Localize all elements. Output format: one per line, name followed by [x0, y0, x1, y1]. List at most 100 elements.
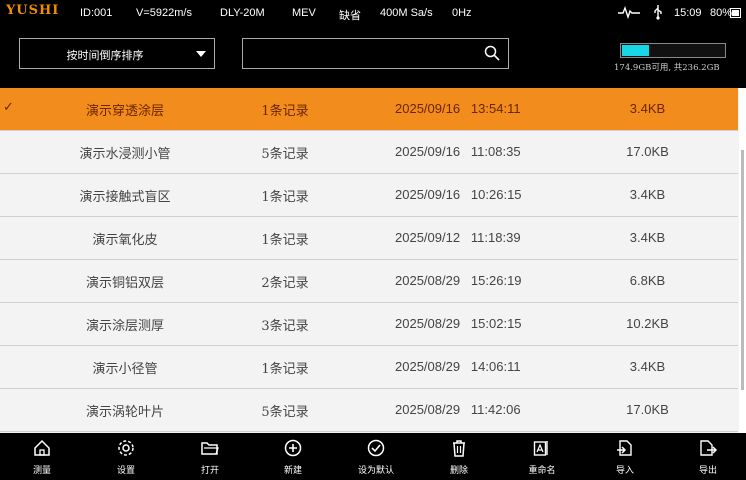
file-name: 演示铜铝双层 [85, 276, 164, 291]
default-label: 缺省 [339, 10, 361, 22]
file-time: 15:02:15 [470, 316, 522, 331]
record-count: 5条记录 [261, 405, 309, 420]
file-datetime: 2025/08/29 15:26:19 [395, 273, 522, 288]
file-list-row[interactable]: ✓ 演示穿透涂层 1条记录 2025/09/16 13:54:11 3.4KB [0, 88, 738, 131]
file-time: 10:26:15 [470, 187, 522, 202]
file-name: 演示小径管 [92, 362, 158, 377]
file-name: 演示水浸测小管 [79, 147, 171, 162]
record-count: 1条记录 [261, 362, 309, 377]
record-count: 1条记录 [261, 190, 309, 205]
file-name: 演示穿透涂层 [85, 104, 164, 119]
file-datetime: 2025/08/29 15:02:15 [395, 316, 522, 331]
record-count: 1条记录 [261, 104, 309, 119]
file-list-row[interactable]: 演示铜铝双层 2条记录 2025/08/29 15:26:19 6.8KB [0, 260, 738, 303]
file-date: 2025/09/16 [395, 101, 461, 116]
action-button-export[interactable]: 导出 [678, 433, 738, 480]
file-name: 演示氧化皮 [92, 233, 158, 248]
plus-circle-icon [284, 439, 302, 457]
file-size: 6.8KB [629, 273, 666, 288]
file-name: 演示涡轮叶片 [85, 405, 164, 420]
record-count: 3条记录 [261, 319, 309, 334]
action-button-folder-open[interactable]: 打开 [180, 433, 240, 480]
action-button-gear[interactable]: 设置 [96, 433, 156, 480]
action-button-plus-circle[interactable]: 新建 [263, 433, 323, 480]
record-count: 2条记录 [261, 276, 309, 291]
file-time: 11:18:39 [470, 230, 521, 245]
action-button-label: 导入 [615, 466, 634, 476]
action-button-rename[interactable]: 重命名 [512, 433, 572, 480]
file-time: 13:54:11 [470, 101, 521, 116]
file-size: 3.4KB [629, 101, 666, 116]
action-button-label: 打开 [200, 466, 219, 476]
file-date: 2025/09/16 [395, 187, 461, 202]
search-field[interactable] [242, 38, 509, 69]
status-bar: YUSHI ID:001 V=5922m/s DLY-20M MEV 缺省 40… [0, 0, 746, 26]
storage-bar-fill [622, 45, 649, 56]
file-toolbar: 按时间倒序排序 174.9GB可用, 共236.2GB [0, 26, 746, 88]
file-time: 11:08:35 [470, 144, 521, 159]
usb-icon [652, 4, 664, 23]
action-button-import[interactable]: 导入 [595, 433, 655, 480]
file-time: 14:06:11 [470, 359, 521, 374]
frequency-readout: 0Hz [452, 7, 472, 19]
check-circle-icon [367, 439, 385, 457]
action-button-check-circle[interactable]: 设为默认 [346, 433, 406, 480]
rename-icon [533, 441, 548, 456]
selected-check-icon: ✓ [3, 99, 14, 114]
file-list-row[interactable]: 演示涡轮叶片 5条记录 2025/08/29 11:42:06 17.0KB [0, 389, 738, 432]
file-datetime: 2025/09/16 11:08:35 [395, 144, 521, 159]
action-button-label: 测量 [32, 466, 51, 476]
file-date: 2025/08/29 [395, 273, 461, 288]
bottom-action-bar: 测量 设置 打开 新建 设为默认 删除 重命名 导入 导出 [0, 433, 746, 480]
file-size: 17.0KB [626, 402, 669, 417]
file-list-row[interactable]: 演示水浸测小管 5条记录 2025/09/16 11:08:35 17.0KB [0, 131, 738, 174]
search-icon[interactable] [484, 45, 500, 61]
file-date: 2025/08/29 [395, 316, 461, 331]
home-icon [34, 439, 50, 456]
file-list-row[interactable]: 演示氧化皮 1条记录 2025/09/12 11:18:39 3.4KB [0, 217, 738, 260]
file-list-row[interactable]: 演示接触式盲区 1条记录 2025/09/16 10:26:15 3.4KB [0, 174, 738, 217]
record-count: 1条记录 [261, 233, 309, 248]
scroll-thumb[interactable] [741, 150, 744, 390]
storage-indicator: 174.9GB可用, 共236.2GB [614, 43, 726, 75]
storage-bar [620, 43, 726, 58]
file-date: 2025/08/29 [395, 359, 461, 374]
file-list-row[interactable]: 演示小径管 1条记录 2025/08/29 14:06:11 3.4KB [0, 346, 738, 389]
file-name: 演示涂层测厚 [85, 319, 164, 334]
clock: 15:09 [674, 7, 702, 19]
action-button-trash[interactable]: 删除 [429, 433, 489, 480]
action-button-label: 设为默认 [357, 466, 394, 476]
trash-icon [453, 440, 465, 457]
import-icon [617, 440, 632, 456]
action-button-label: 导出 [698, 466, 717, 476]
brand-logo: YUSHI [6, 3, 60, 18]
file-size: 3.4KB [629, 187, 666, 202]
file-date: 2025/08/29 [395, 402, 461, 417]
chevron-down-icon [196, 51, 206, 57]
action-button-home[interactable]: 测量 [12, 433, 72, 480]
file-datetime: 2025/09/16 10:26:15 [395, 187, 522, 202]
search-input[interactable] [249, 44, 473, 64]
file-size: 10.2KB [626, 316, 669, 331]
scrollbar[interactable] [739, 88, 746, 433]
file-size: 3.4KB [629, 359, 666, 374]
file-date: 2025/09/12 [395, 230, 461, 245]
record-count: 5条记录 [261, 147, 309, 162]
sort-dropdown[interactable]: 按时间倒序排序 [19, 38, 215, 69]
gear-icon [118, 440, 134, 456]
file-list: 演示涡轮叶片 5条记录 2025/08/29 11:42:06 17.0KB 演示小径管… [0, 88, 746, 433]
file-datetime: 2025/08/29 11:42:06 [395, 402, 521, 417]
action-button-label: 删除 [449, 466, 468, 476]
file-datetime: 2025/09/12 11:18:39 [395, 230, 521, 245]
file-size: 3.4KB [629, 230, 666, 245]
file-datetime: 2025/09/16 13:54:11 [395, 101, 521, 116]
sample-rate: 400M Sa/s [380, 7, 433, 19]
storage-text: 174.9GB可用, 共236.2GB [614, 63, 720, 73]
device-id: ID:001 [80, 7, 113, 19]
action-button-label: 新建 [283, 466, 302, 476]
battery-percent: 80% [710, 7, 733, 19]
file-list-row[interactable]: 演示涂层测厚 3条记录 2025/08/29 15:02:15 10.2KB [0, 303, 738, 346]
battery-icon [730, 8, 742, 21]
velocity-readout: V=5922m/s [136, 7, 192, 19]
file-size: 17.0KB [626, 144, 669, 159]
